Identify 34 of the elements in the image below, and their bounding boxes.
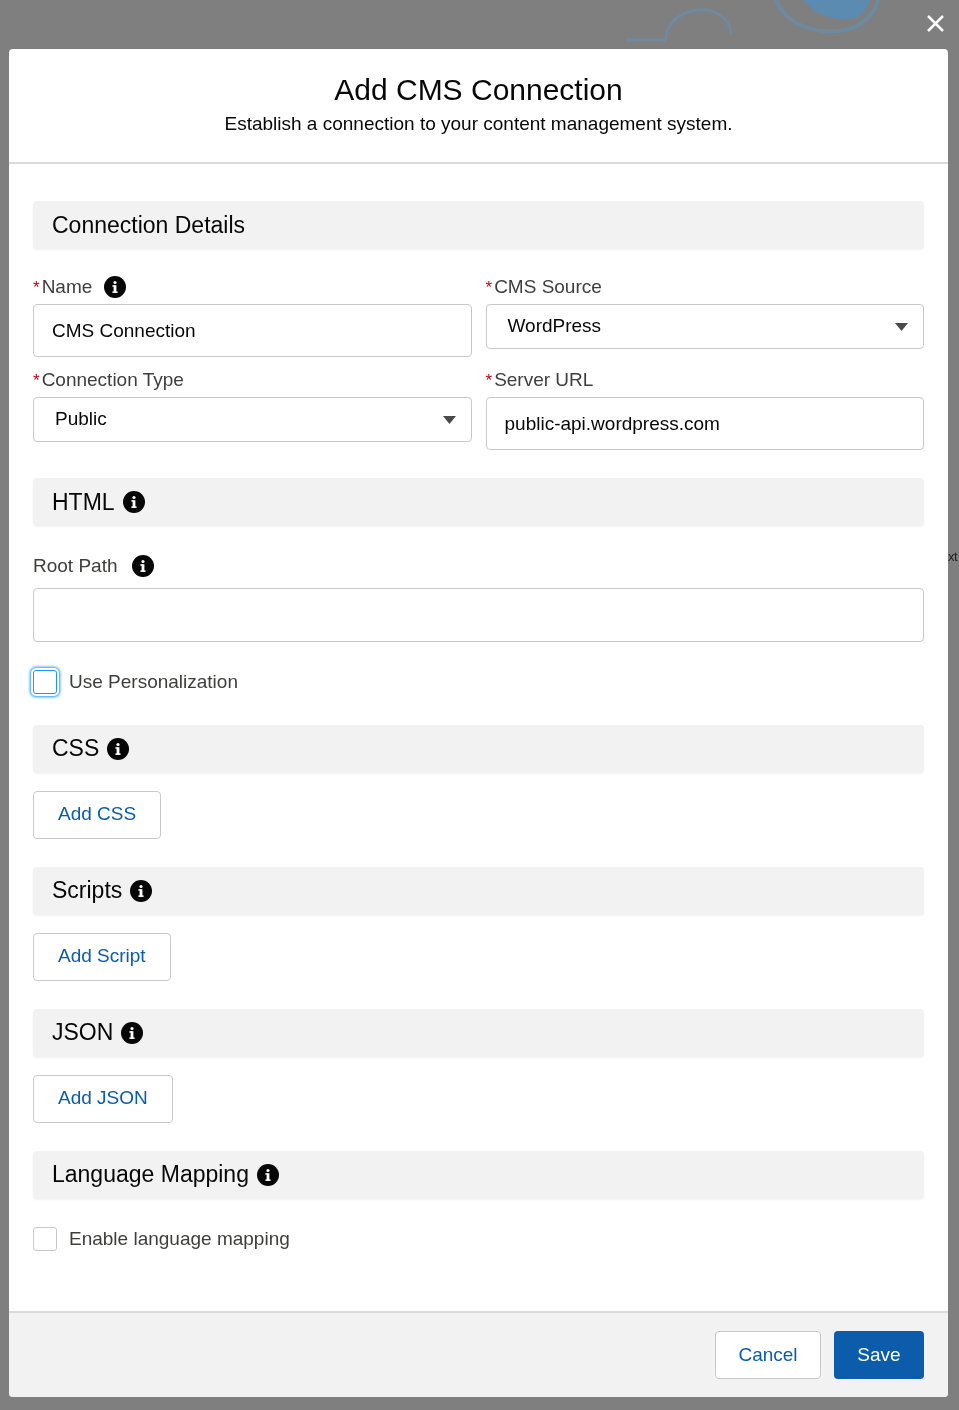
root-path-field[interactable] [33,588,924,642]
cancel-button[interactable]: Cancel [715,1331,821,1379]
section-title: CSS [52,734,100,764]
section-title: Connection Details [52,210,246,240]
caret-icon [895,322,908,331]
section-title: HTML [52,487,115,517]
text-field[interactable]: public-api.wordpress.com [485,397,924,450]
text-field[interactable]: CMS Connection [33,304,472,357]
add-button[interactable]: Add JSON [33,1074,173,1123]
field-label: CMS Source [494,274,602,299]
required-mark: * [485,369,493,392]
checkbox-label: Use Personalization [69,670,238,694]
add-button[interactable]: Add Script [33,932,171,981]
required-mark: * [33,276,40,299]
field-label: Server URL [494,367,594,392]
close-icon[interactable] [927,15,944,32]
checkbox-label: Enable language mapping [69,1226,290,1251]
background-text: xt [948,548,958,566]
caret-icon [442,415,456,424]
field-label: Name [41,274,93,299]
required-mark: * [485,276,493,299]
section-title: JSON [52,1018,114,1048]
field-label: Connection Type [41,367,184,392]
add-button[interactable]: Add CSS [33,790,162,839]
section-title: Scripts [52,876,123,906]
select-field[interactable]: WordPress [485,304,924,349]
required-mark: * [33,369,40,392]
checkbox[interactable] [33,1226,57,1251]
select-field[interactable]: Public [33,397,472,442]
save-button[interactable]: Save [834,1331,924,1379]
modal-subtitle: Establish a connection to your content management system. [224,112,733,137]
field-label: Root Path [33,553,118,578]
modal-title: Add CMS Connection [334,72,623,109]
section-title: Language Mapping [52,1160,249,1190]
